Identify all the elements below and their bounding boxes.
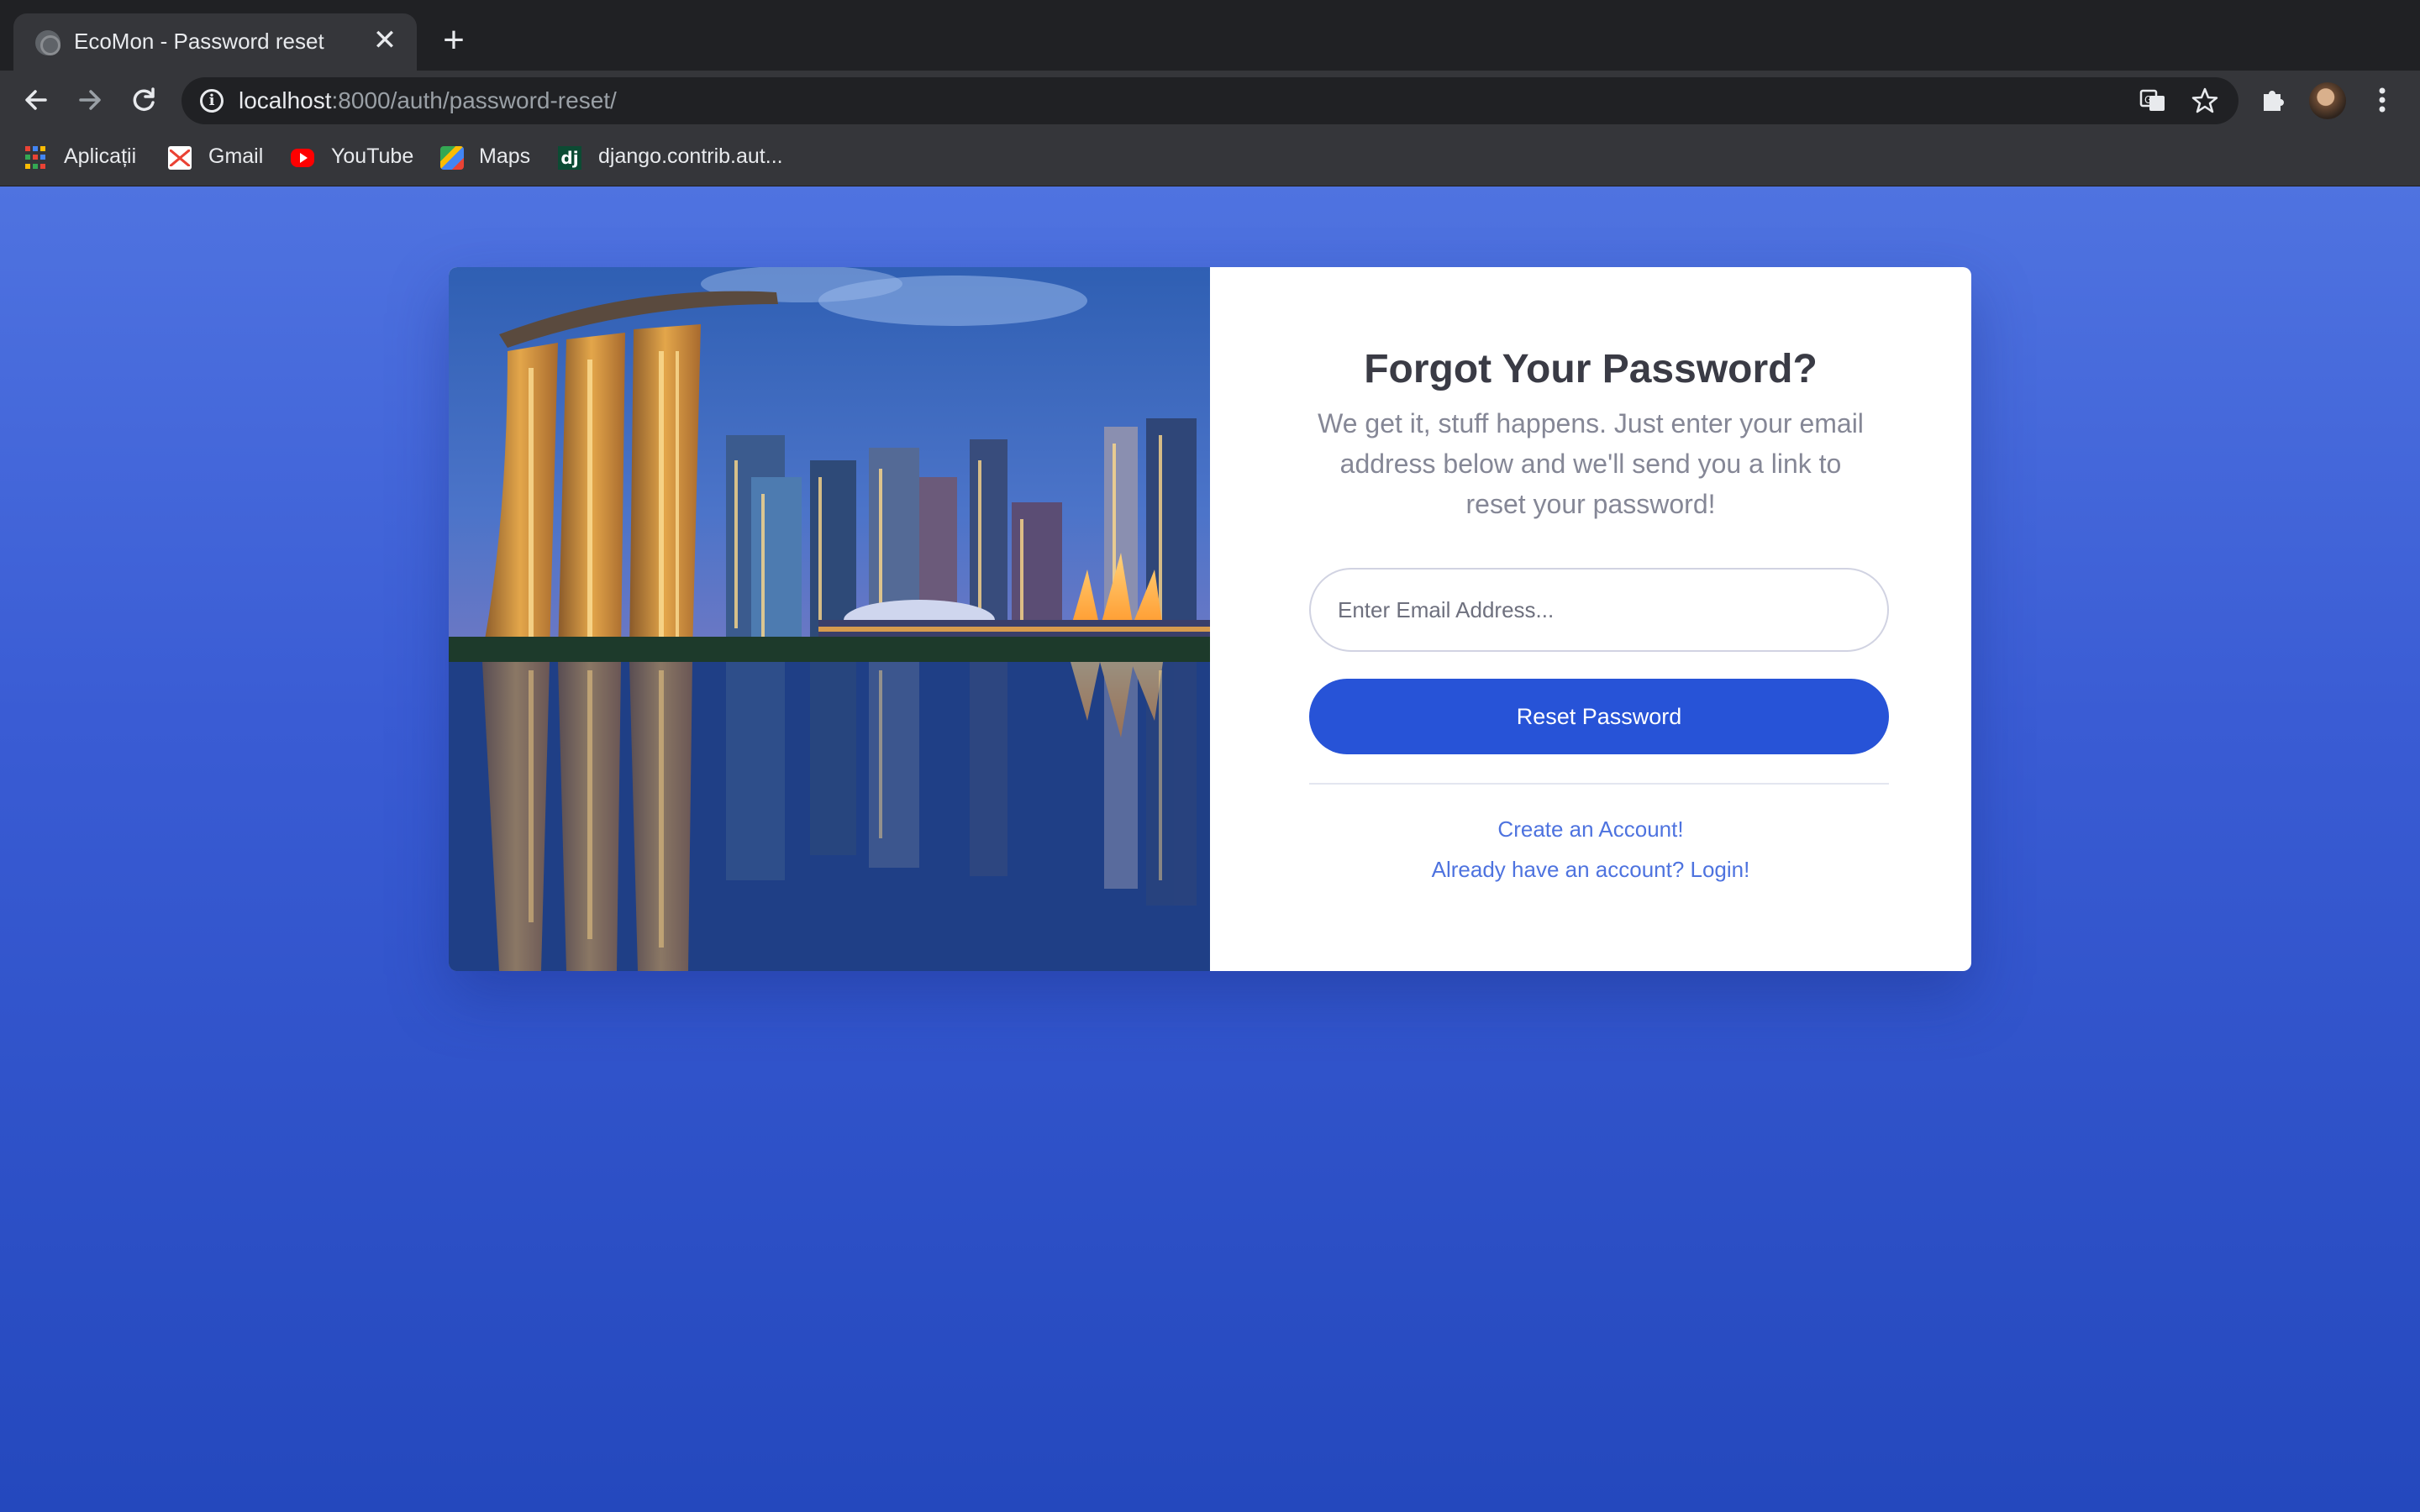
arrow-right-icon (79, 90, 101, 110)
browser-tab[interactable]: EcoMon - Password reset ✕ (13, 13, 417, 71)
page-background: Forgot Your Password? We get it, stuff h… (0, 186, 2420, 1512)
extensions-icon[interactable] (2254, 81, 2292, 119)
arrow-left-icon (25, 90, 47, 110)
instructions-text: We get it, stuff happens. Just enter you… (1318, 408, 1864, 519)
browser-toolbar: i localhost:8000/auth/password-reset/ G (0, 71, 2420, 129)
page-title: Forgot Your Password? (1364, 347, 1818, 391)
bookmark-apps[interactable]: Aplicații (64, 144, 136, 171)
address-bar[interactable]: i localhost:8000/auth/password-reset/ G (182, 77, 2238, 124)
url-text: localhost:8000/auth/password-reset/ (239, 87, 617, 113)
divider (1309, 783, 1889, 785)
reset-form-panel: Forgot Your Password? We get it, stuff h… (1210, 267, 1971, 971)
tab-title: EcoMon - Password reset (74, 29, 324, 54)
new-tab-button[interactable]: + (434, 22, 474, 62)
browser-tab-strip: EcoMon - Password reset ✕ + (0, 0, 2420, 71)
login-link[interactable]: Already have an account? Login! (1210, 857, 1971, 883)
gmail-icon[interactable] (168, 146, 192, 170)
close-icon[interactable]: ✕ (368, 24, 402, 57)
profile-avatar[interactable] (2309, 82, 2346, 119)
password-reset-card: Forgot Your Password? We get it, stuff h… (449, 267, 1971, 971)
svg-text:G: G (2144, 94, 2152, 106)
city-skyline-image (449, 267, 1210, 971)
bookmark-star-icon[interactable] (2190, 86, 2220, 116)
translate-icon[interactable]: G (2138, 86, 2168, 116)
reload-button[interactable] (123, 79, 165, 121)
email-field[interactable] (1309, 568, 1889, 652)
reset-password-button[interactable]: Reset Password (1309, 679, 1889, 754)
bookmark-gmail[interactable]: Gmail (208, 144, 263, 171)
apps-grid-icon[interactable] (25, 146, 49, 170)
bookmarks-bar: Aplicații Gmail YouTube Maps dj django.c… (0, 129, 2420, 186)
bookmark-maps[interactable]: Maps (479, 144, 530, 171)
reload-icon (133, 87, 155, 111)
django-icon[interactable]: dj (558, 146, 581, 170)
forward-button[interactable] (69, 79, 111, 121)
globe-icon (35, 30, 60, 55)
create-account-link[interactable]: Create an Account! (1210, 816, 1971, 843)
bookmark-youtube[interactable]: YouTube (331, 144, 413, 171)
maps-icon[interactable] (440, 146, 464, 170)
youtube-icon[interactable] (291, 149, 314, 167)
menu-kebab-icon[interactable] (2363, 81, 2402, 119)
bookmark-django[interactable]: django.contrib.aut... (598, 144, 783, 171)
info-icon[interactable]: i (200, 89, 224, 113)
back-button[interactable] (15, 79, 57, 121)
